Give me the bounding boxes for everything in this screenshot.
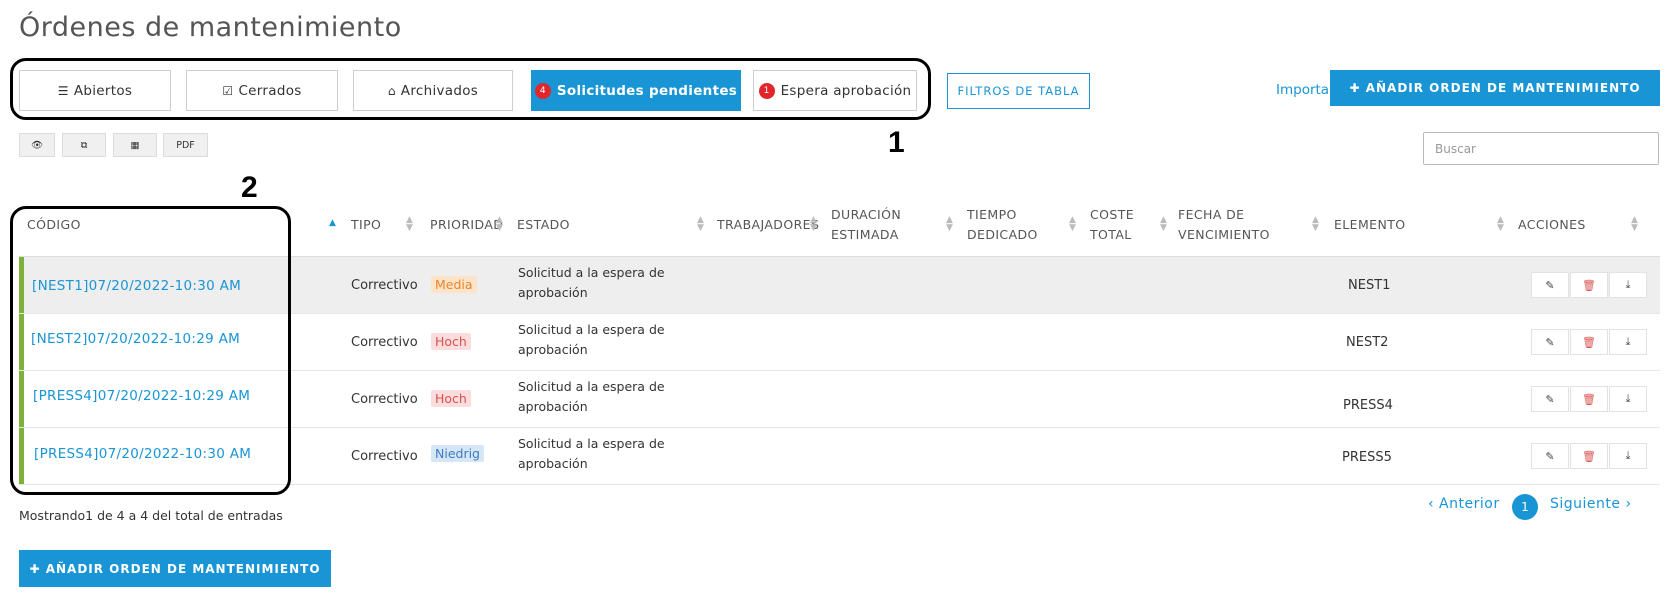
trash-icon: 🗑 bbox=[1582, 449, 1596, 463]
download-icon: ⤓ bbox=[1625, 392, 1631, 405]
estado-cell: Solicitud a la espera de aprobación bbox=[518, 263, 678, 303]
col-header-coste[interactable]: COSTE TOTAL bbox=[1090, 205, 1134, 245]
header-line: FECHA DE bbox=[1178, 207, 1245, 222]
trash-icon: 🗑 bbox=[1582, 392, 1596, 406]
elemento-cell: PRESS5 bbox=[1342, 450, 1392, 465]
sort-icon[interactable]: ▲ ▼ bbox=[697, 216, 704, 233]
edit-icon: ✎ bbox=[1545, 278, 1555, 292]
download-button[interactable]: ⤓ bbox=[1609, 272, 1647, 298]
download-button[interactable]: ⤓ bbox=[1609, 386, 1647, 412]
estado-line: Solicitud a la espera de bbox=[518, 436, 665, 451]
header-line: ESTIMADA bbox=[831, 227, 899, 242]
header-line: DEDICADO bbox=[967, 227, 1038, 242]
download-icon: ⤓ bbox=[1625, 278, 1631, 291]
copy-button[interactable]: ⧉ bbox=[62, 133, 106, 157]
col-header-acciones[interactable]: ACCIONES bbox=[1518, 215, 1586, 235]
col-header-estado[interactable]: ESTADO bbox=[517, 215, 570, 235]
column-visibility-button[interactable]: 👁 bbox=[19, 133, 55, 157]
pdf-button[interactable]: PDF bbox=[163, 133, 208, 157]
edit-icon: ✎ bbox=[1545, 335, 1555, 349]
edit-icon: ✎ bbox=[1545, 392, 1555, 406]
estado-line: aprobación bbox=[518, 456, 588, 471]
delete-button[interactable]: 🗑 bbox=[1570, 329, 1608, 355]
estado-line: aprobación bbox=[518, 399, 588, 414]
estado-cell: Solicitud a la espera de aprobación bbox=[518, 434, 678, 474]
edit-button[interactable]: ✎ bbox=[1531, 386, 1569, 412]
import-link[interactable]: Importar bbox=[1276, 82, 1335, 98]
header-line: TIEMPO bbox=[967, 207, 1017, 222]
elemento-cell: NEST2 bbox=[1346, 335, 1389, 350]
sort-asc-icon[interactable]: ▲ bbox=[329, 219, 336, 228]
sort-icon[interactable]: ▲ ▼ bbox=[1631, 216, 1638, 233]
delete-button[interactable]: 🗑 bbox=[1570, 272, 1608, 298]
annotation-number-2: 2 bbox=[241, 171, 258, 204]
sort-icon[interactable]: ▲ ▼ bbox=[1160, 216, 1167, 233]
edit-button[interactable]: ✎ bbox=[1531, 329, 1569, 355]
table-filters-button[interactable]: FILTROS DE TABLA bbox=[947, 73, 1090, 109]
estado-line: Solicitud a la espera de bbox=[518, 379, 665, 394]
col-header-tiempo[interactable]: TIEMPO DEDICADO bbox=[967, 205, 1038, 245]
trash-icon: 🗑 bbox=[1582, 335, 1596, 349]
edit-button[interactable]: ✎ bbox=[1531, 272, 1569, 298]
delete-button[interactable]: 🗑 bbox=[1570, 386, 1608, 412]
sort-icon[interactable]: ▲ ▼ bbox=[1497, 216, 1504, 233]
header-line: VENCIMIENTO bbox=[1178, 227, 1270, 242]
sort-icon[interactable]: ▲ ▼ bbox=[406, 216, 413, 233]
col-header-trabajadores[interactable]: TRABAJADORES bbox=[717, 215, 819, 235]
col-header-duracion[interactable]: DURACIÓN ESTIMADA bbox=[831, 205, 901, 245]
annotation-box-2 bbox=[10, 206, 291, 495]
tipo-cell: Correctivo bbox=[351, 392, 418, 407]
col-header-fecha[interactable]: FECHA DE VENCIMIENTO bbox=[1178, 205, 1270, 245]
copy-icon: ⧉ bbox=[80, 139, 88, 151]
col-header-prioridad[interactable]: PRIORIDAD bbox=[430, 215, 503, 235]
page-title: Órdenes de mantenimiento bbox=[19, 12, 402, 43]
sort-icon[interactable]: ▲ ▼ bbox=[1069, 216, 1076, 233]
excel-button[interactable]: ▦ bbox=[113, 133, 157, 157]
elemento-cell: NEST1 bbox=[1348, 278, 1391, 293]
annotation-box-1 bbox=[10, 58, 931, 120]
estado-line: Solicitud a la espera de bbox=[518, 265, 665, 280]
table-icon: ▦ bbox=[130, 139, 140, 151]
header-line: DURACIÓN bbox=[831, 207, 902, 222]
annotation-number-1: 1 bbox=[888, 126, 905, 159]
download-icon: ⤓ bbox=[1625, 335, 1631, 348]
elemento-cell: PRESS4 bbox=[1343, 398, 1393, 413]
eye-icon: 👁 bbox=[30, 139, 44, 151]
edit-button[interactable]: ✎ bbox=[1531, 443, 1569, 469]
priority-badge: Media bbox=[431, 276, 477, 293]
download-button[interactable]: ⤓ bbox=[1609, 443, 1647, 469]
pagination-next[interactable]: Siguiente › bbox=[1550, 496, 1632, 512]
estado-line: aprobación bbox=[518, 285, 588, 300]
estado-cell: Solicitud a la espera de aprobación bbox=[518, 377, 678, 417]
delete-button[interactable]: 🗑 bbox=[1570, 443, 1608, 469]
tipo-cell: Correctivo bbox=[351, 335, 418, 350]
pagination-previous[interactable]: ‹ Anterior bbox=[1428, 496, 1500, 512]
edit-icon: ✎ bbox=[1545, 449, 1555, 463]
tipo-cell: Correctivo bbox=[351, 449, 418, 464]
header-line: TOTAL bbox=[1090, 227, 1132, 242]
sort-icon[interactable]: ▲ ▼ bbox=[810, 216, 817, 233]
tipo-cell: Correctivo bbox=[351, 278, 418, 293]
estado-line: aprobación bbox=[518, 342, 588, 357]
sort-icon[interactable]: ▲ ▼ bbox=[496, 216, 503, 233]
priority-badge: Hoch bbox=[431, 390, 471, 407]
trash-icon: 🗑 bbox=[1582, 278, 1596, 292]
search-input[interactable] bbox=[1423, 132, 1659, 165]
estado-cell: Solicitud a la espera de aprobación bbox=[518, 320, 678, 360]
priority-badge: Niedrig bbox=[431, 445, 484, 462]
priority-badge: Hoch bbox=[431, 333, 471, 350]
table-info: Mostrando1 de 4 a 4 del total de entrada… bbox=[19, 508, 283, 523]
add-order-button-top[interactable]: ✚ AÑADIR ORDEN DE MANTENIMIENTO bbox=[1330, 70, 1660, 106]
pagination-page-1[interactable]: 1 bbox=[1512, 494, 1538, 520]
add-order-button-bottom[interactable]: ✚ AÑADIR ORDEN DE MANTENIMIENTO bbox=[19, 550, 331, 587]
sort-icon[interactable]: ▲ ▼ bbox=[1312, 216, 1319, 233]
sort-icon[interactable]: ▲ ▼ bbox=[946, 216, 953, 233]
download-icon: ⤓ bbox=[1625, 449, 1631, 462]
col-header-elemento[interactable]: ELEMENTO bbox=[1334, 215, 1405, 235]
header-line: COSTE bbox=[1090, 207, 1135, 222]
estado-line: Solicitud a la espera de bbox=[518, 322, 665, 337]
col-header-tipo[interactable]: TIPO bbox=[351, 215, 381, 235]
download-button[interactable]: ⤓ bbox=[1609, 329, 1647, 355]
